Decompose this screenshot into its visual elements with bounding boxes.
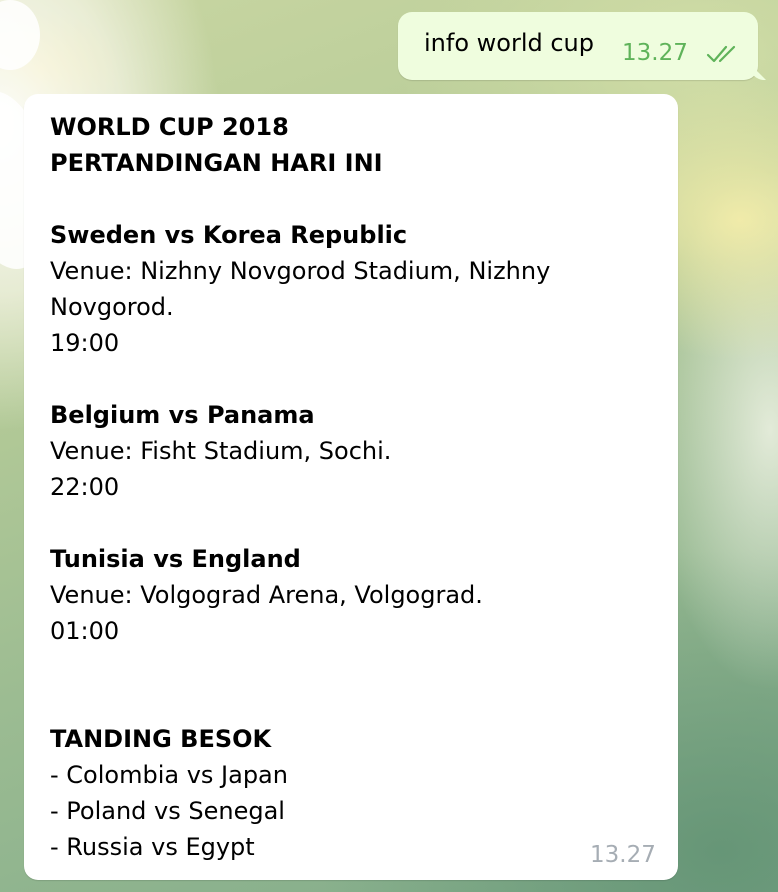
match-2-name: Belgium vs Panama: [50, 401, 315, 429]
match-3-name: Tunisia vs England: [50, 545, 301, 573]
outgoing-message-time: 13.27: [622, 40, 688, 66]
match-1-name: Sweden vs Korea Republic: [50, 221, 408, 249]
double-check-icon: [706, 45, 736, 63]
match-1-venue-cont: Novgorod.: [50, 293, 174, 321]
match-3-time: 01:00: [50, 617, 120, 645]
outgoing-message-text: info world cup: [424, 29, 594, 57]
incoming-message-bubble[interactable]: WORLD CUP 2018 PERTANDINGAN HARI INI Swe…: [24, 94, 678, 880]
match-3-venue: Venue: Volgograd Arena, Volgograd.: [50, 581, 483, 609]
tomorrow-match-3: - Russia vs Egypt: [50, 833, 255, 861]
message-subtitle: PERTANDINGAN HARI INI: [50, 149, 383, 177]
match-2-venue: Venue: Fisht Stadium, Sochi.: [50, 437, 392, 465]
message-title: WORLD CUP 2018: [50, 113, 289, 141]
outgoing-message-bubble[interactable]: info world cup 13.27: [398, 12, 758, 80]
tomorrow-match-2: - Poland vs Senegal: [50, 797, 285, 825]
incoming-message-time: 13.27: [590, 842, 656, 868]
daisy-petal-decoration: [0, 0, 40, 70]
tomorrow-title: TANDING BESOK: [50, 725, 272, 753]
match-1-venue: Venue: Nizhny Novgorod Stadium, Nizhny: [50, 257, 551, 285]
tomorrow-match-1: - Colombia vs Japan: [50, 761, 288, 789]
match-1-time: 19:00: [50, 329, 120, 357]
match-2-time: 22:00: [50, 473, 120, 501]
